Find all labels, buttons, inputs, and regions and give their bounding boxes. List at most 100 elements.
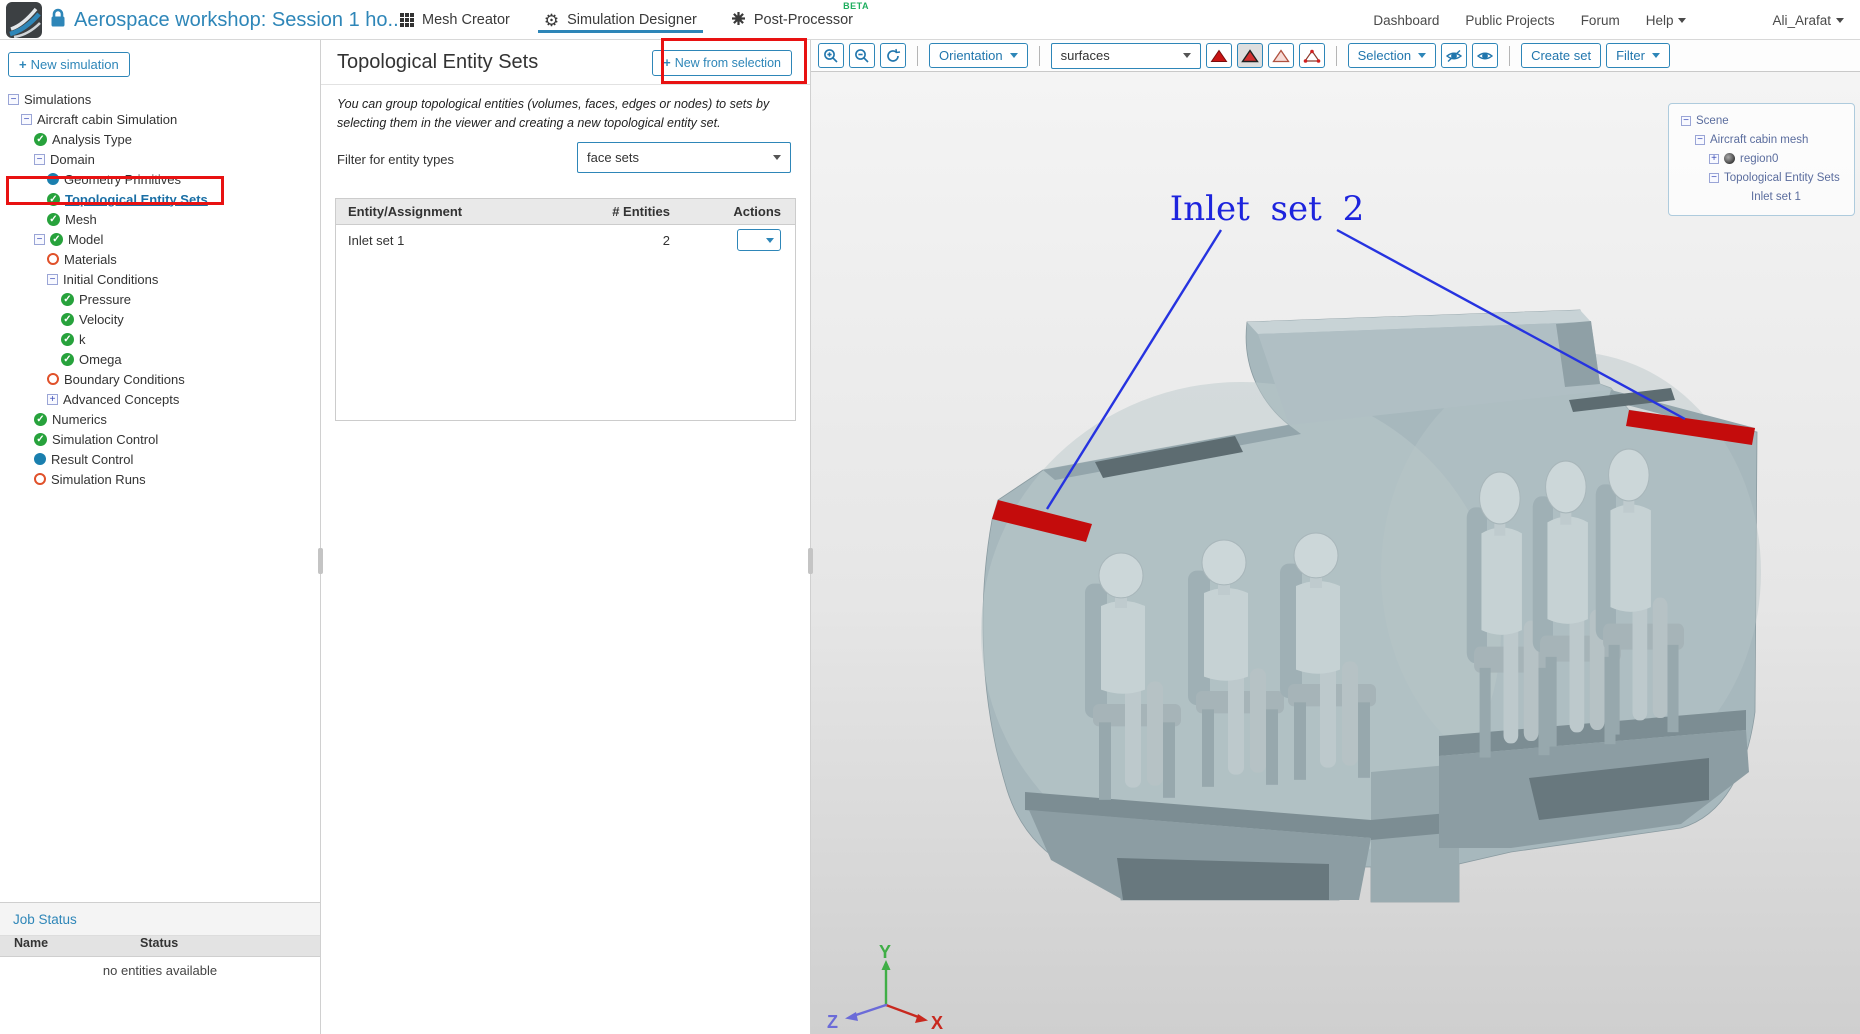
status-icon <box>61 312 74 326</box>
collapse-icon[interactable] <box>1681 115 1691 126</box>
nav-dashboard[interactable]: Dashboard <box>1373 13 1439 28</box>
table-row-inlet-set-1[interactable]: Inlet set 1 2 <box>336 225 795 255</box>
scene-item-scene[interactable]: Scene <box>1671 111 1846 130</box>
chevron-down-icon <box>1009 53 1018 58</box>
create-set-button[interactable]: Create set <box>1521 43 1602 68</box>
nav-help[interactable]: Help <box>1646 13 1687 28</box>
3d-viewport[interactable]: Inlet set 2 Y X Z Scene <box>811 72 1860 1034</box>
visibility-eye-icon[interactable] <box>1724 153 1735 164</box>
job-status-title[interactable]: Job Status <box>0 903 320 936</box>
scene-item-inlet-set-1[interactable]: Inlet set 1 <box>1671 187 1846 206</box>
panel-title: Topological Entity Sets <box>337 51 539 73</box>
tree-item-advanced-concepts[interactable]: Advanced Concepts <box>0 389 320 409</box>
scene-item-topological-entity-sets[interactable]: Topological Entity Sets <box>1671 168 1846 187</box>
zoom-box-button[interactable] <box>818 43 844 68</box>
toolbar-separator <box>917 45 918 66</box>
simulation-tree-panel: New simulation Simulations Aircraft cabi… <box>0 40 320 1034</box>
panel-divider-grip[interactable] <box>808 548 813 574</box>
collapse-icon[interactable] <box>47 273 58 285</box>
axis-x-label: X <box>931 1013 943 1033</box>
tree-item-simulations[interactable]: Simulations <box>0 89 320 109</box>
beta-badge: BETA <box>843 1 869 11</box>
3d-viewer: Orientation surfaces Selection Create se… <box>811 40 1860 1034</box>
simulation-tree: Simulations Aircraft cabin Simulation An… <box>0 89 320 489</box>
collapse-icon[interactable] <box>21 113 32 125</box>
nav-forum[interactable]: Forum <box>1581 13 1620 28</box>
tree-item-analysis-type[interactable]: Analysis Type <box>0 129 320 149</box>
tree-item-aircraft-cabin-simulation[interactable]: Aircraft cabin Simulation <box>0 109 320 129</box>
status-icon <box>34 473 46 485</box>
tree-item-velocity[interactable]: Velocity <box>0 309 320 329</box>
aircraft-cabin-mesh-model[interactable] <box>981 309 1761 903</box>
chevron-down-icon <box>1836 18 1844 24</box>
chevron-down-icon <box>1182 53 1191 58</box>
render-points-button[interactable] <box>1298 43 1325 68</box>
tab-label: Simulation Designer <box>567 12 697 28</box>
new-simulation-button[interactable]: New simulation <box>8 52 130 77</box>
expand-icon[interactable] <box>1709 153 1719 164</box>
project-title[interactable]: Aerospace workshop: Session 1 ho... <box>74 9 404 32</box>
axis-z-label: Z <box>827 1012 838 1032</box>
tab-simulation-designer[interactable]: ⚙ Simulation Designer <box>537 0 703 40</box>
job-status-empty-text: no entities available <box>102 963 218 978</box>
new-from-selection-button[interactable]: New from selection <box>652 50 792 76</box>
tree-item-materials[interactable]: Materials <box>0 249 320 269</box>
entity-type-filter-select[interactable]: face sets <box>577 142 791 173</box>
tree-item-geometry-primitives[interactable]: Geometry Primitives <box>0 169 320 189</box>
tree-item-boundary-conditions[interactable]: Boundary Conditions <box>0 369 320 389</box>
selection-button[interactable]: Selection <box>1347 43 1437 68</box>
collapse-icon[interactable] <box>8 93 19 105</box>
entity-count: 2 <box>662 232 670 248</box>
scene-item-aircraft-cabin-mesh[interactable]: Aircraft cabin mesh <box>1671 130 1846 149</box>
hide-selection-button[interactable] <box>1441 43 1468 68</box>
orientation-button[interactable]: Orientation <box>929 43 1028 68</box>
tree-item-initial-conditions[interactable]: Initial Conditions <box>0 269 320 289</box>
show-selection-button[interactable] <box>1472 43 1499 68</box>
collapse-icon[interactable] <box>1709 172 1719 183</box>
render-solid-edges-button[interactable] <box>1236 43 1263 68</box>
collapse-icon[interactable] <box>34 153 45 165</box>
tab-post-processor[interactable]: Post-Processor BETA <box>729 0 868 40</box>
entity-set-name: Inlet set 1 <box>348 232 405 248</box>
status-icon <box>34 432 47 446</box>
cabin-model-rendering[interactable]: Inlet set 2 Y X Z <box>811 72 1860 1034</box>
tree-item-k[interactable]: k <box>0 329 320 349</box>
render-mode-select[interactable]: surfaces <box>1050 42 1201 69</box>
tree-item-result-control[interactable]: Result Control <box>0 449 320 469</box>
tree-item-model[interactable]: Model <box>0 229 320 249</box>
sidebar-divider-grip[interactable] <box>318 548 323 574</box>
nav-public-projects[interactable]: Public Projects <box>1465 13 1554 28</box>
refresh-view-button[interactable] <box>880 43 906 68</box>
tree-item-omega[interactable]: Omega <box>0 349 320 369</box>
status-icon <box>61 352 74 366</box>
status-icon <box>61 332 74 346</box>
tree-item-topological-entity-sets[interactable]: Topological Entity Sets <box>0 189 320 209</box>
app-tabs: Mesh Creator ⚙ Simulation Designer Post-… <box>398 0 868 40</box>
tree-item-simulation-runs[interactable]: Simulation Runs <box>0 469 320 489</box>
tree-item-domain[interactable]: Domain <box>0 149 320 169</box>
collapse-icon[interactable] <box>1695 134 1705 145</box>
tree-item-mesh[interactable]: Mesh <box>0 209 320 229</box>
tree-item-numerics[interactable]: Numerics <box>0 409 320 429</box>
filter-button[interactable]: Filter <box>1606 43 1670 68</box>
lock-icon <box>50 8 66 33</box>
chevron-down-icon <box>773 155 781 160</box>
scene-tree-overlay: Scene Aircraft cabin mesh region0 Topolo… <box>1668 103 1855 216</box>
tab-mesh-creator[interactable]: Mesh Creator <box>398 0 512 40</box>
tree-item-simulation-control[interactable]: Simulation Control <box>0 429 320 449</box>
collapse-icon[interactable] <box>34 233 45 245</box>
col-num-entities: # Entities <box>612 204 670 219</box>
render-solid-button[interactable] <box>1205 43 1232 68</box>
status-icon <box>61 292 74 306</box>
tree-item-pressure[interactable]: Pressure <box>0 289 320 309</box>
simscale-logo[interactable] <box>6 2 42 43</box>
chevron-down-icon <box>1678 18 1687 24</box>
scene-item-region0[interactable]: region0 <box>1671 149 1846 168</box>
zoom-fit-button[interactable] <box>849 43 875 68</box>
render-wireframe-button[interactable] <box>1267 43 1294 68</box>
user-menu[interactable]: Ali_Arafat <box>1772 13 1844 28</box>
status-icon <box>47 173 59 185</box>
expand-icon[interactable] <box>47 393 58 405</box>
status-icon <box>34 412 47 426</box>
row-actions-select[interactable] <box>737 229 781 251</box>
